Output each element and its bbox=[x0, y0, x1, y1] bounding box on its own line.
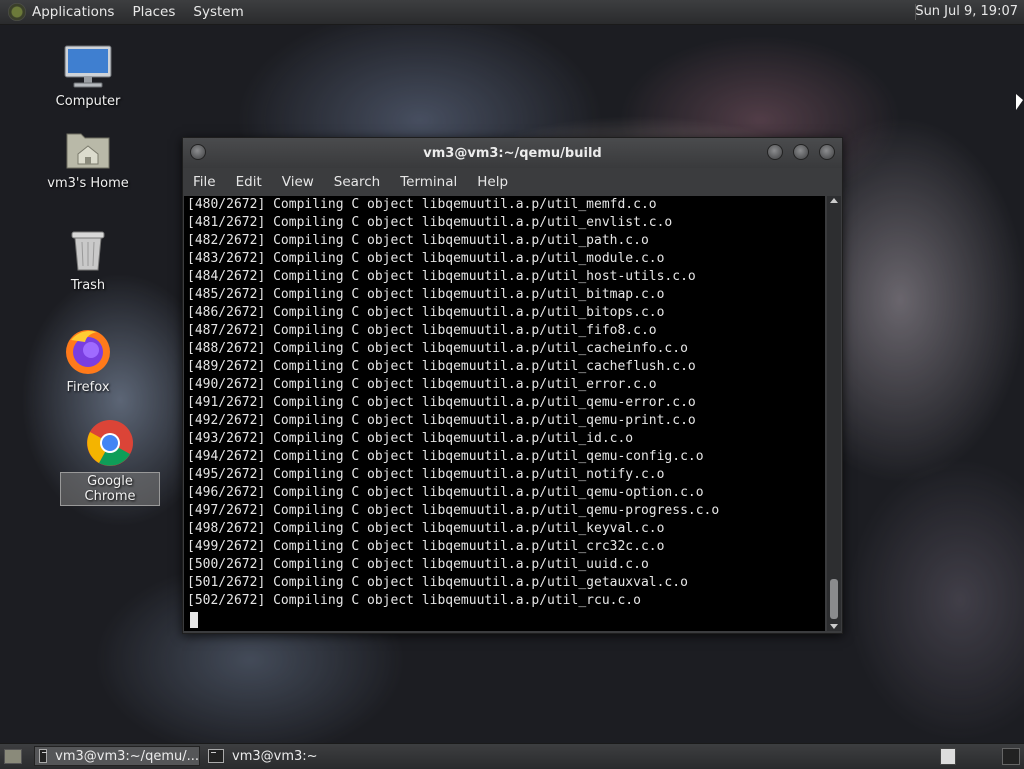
show-desktop-icon[interactable] bbox=[4, 749, 22, 764]
desktop-icon-label: Computer bbox=[55, 94, 121, 109]
terminal-output[interactable]: [480/2672] Compiling C object libqemuuti… bbox=[184, 196, 825, 631]
taskbar-item-terminal-home[interactable]: vm3@vm3:~ bbox=[204, 746, 364, 766]
taskbar-item-label: vm3@vm3:~ bbox=[232, 748, 318, 764]
menu-edit[interactable]: Edit bbox=[236, 174, 262, 190]
desktop-icon-label: vm3's Home bbox=[47, 176, 129, 191]
taskbar-item-terminal-qemu[interactable]: vm3@vm3:~/qemu/... bbox=[34, 746, 200, 766]
terminal-line: [492/2672] Compiling C object libqemuuti… bbox=[187, 413, 696, 428]
desktop-icon-label: Trash bbox=[70, 278, 106, 293]
terminal-icon bbox=[208, 749, 224, 763]
window-title: vm3@vm3:~/qemu/build bbox=[423, 145, 602, 161]
terminal-line: [489/2672] Compiling C object libqemuuti… bbox=[187, 359, 696, 374]
distro-logo-icon[interactable] bbox=[8, 3, 26, 21]
terminal-line: [500/2672] Compiling C object libqemuuti… bbox=[187, 557, 649, 572]
workspace-1-button[interactable] bbox=[940, 748, 956, 765]
menu-system[interactable]: System bbox=[193, 4, 243, 20]
terminal-line: [482/2672] Compiling C object libqemuuti… bbox=[187, 233, 649, 248]
terminal-line: [486/2672] Compiling C object libqemuuti… bbox=[187, 305, 665, 320]
terminal-prompt-line bbox=[184, 610, 825, 628]
menu-file[interactable]: File bbox=[193, 174, 216, 190]
terminal-line: [487/2672] Compiling C object libqemuuti… bbox=[187, 323, 657, 338]
terminal-window[interactable]: vm3@vm3:~/qemu/build File Edit View Sear… bbox=[182, 137, 843, 634]
firefox-icon bbox=[66, 330, 110, 374]
desktop-icon-chrome[interactable]: Google Chrome bbox=[60, 418, 160, 506]
terminal-menubar: File Edit View Search Terminal Help bbox=[183, 168, 842, 196]
home-folder-icon bbox=[66, 133, 110, 169]
terminal-line: [488/2672] Compiling C object libqemuuti… bbox=[187, 341, 688, 356]
scroll-down-arrow-icon[interactable] bbox=[830, 624, 838, 629]
clock[interactable]: Sun Jul 9, 19:07 bbox=[915, 4, 1018, 19]
terminal-line: [481/2672] Compiling C object libqemuuti… bbox=[187, 215, 673, 230]
scroll-up-arrow-icon[interactable] bbox=[830, 198, 838, 203]
close-button[interactable] bbox=[819, 144, 835, 160]
terminal-line: [497/2672] Compiling C object libqemuuti… bbox=[187, 503, 720, 518]
terminal-line: [494/2672] Compiling C object libqemuuti… bbox=[187, 449, 704, 464]
bottom-panel: vm3@vm3:~/qemu/... vm3@vm3:~ bbox=[0, 743, 1024, 769]
terminal-line: [493/2672] Compiling C object libqemuuti… bbox=[187, 431, 634, 446]
desktop-icon-firefox[interactable]: Firefox bbox=[38, 326, 138, 395]
top-panel: Applications Places System Sun Jul 9, 19… bbox=[0, 0, 1024, 25]
terminal-line: [491/2672] Compiling C object libqemuuti… bbox=[187, 395, 696, 410]
menu-terminal[interactable]: Terminal bbox=[400, 174, 457, 190]
terminal-line: [502/2672] Compiling C object libqemuuti… bbox=[187, 593, 641, 608]
menu-places[interactable]: Places bbox=[132, 4, 175, 20]
desktop-icon-label: Firefox bbox=[66, 380, 110, 395]
workspace-2-button[interactable] bbox=[1002, 748, 1020, 765]
terminal-line: [484/2672] Compiling C object libqemuuti… bbox=[187, 269, 696, 284]
chrome-icon bbox=[87, 420, 133, 466]
terminal-scrollbar[interactable] bbox=[827, 196, 841, 631]
menu-applications[interactable]: Applications bbox=[32, 4, 114, 20]
window-menu-button[interactable] bbox=[190, 144, 206, 160]
mouse-pointer-icon bbox=[1016, 94, 1023, 110]
terminal-line: [499/2672] Compiling C object libqemuuti… bbox=[187, 539, 665, 554]
terminal-titlebar[interactable]: vm3@vm3:~/qemu/build bbox=[183, 138, 842, 168]
terminal-line: [490/2672] Compiling C object libqemuuti… bbox=[187, 377, 657, 392]
terminal-line: [483/2672] Compiling C object libqemuuti… bbox=[187, 251, 665, 266]
terminal-line: [496/2672] Compiling C object libqemuuti… bbox=[187, 485, 704, 500]
desktop-icon-label: Google Chrome bbox=[60, 472, 160, 506]
desktop-icon-home[interactable]: vm3's Home bbox=[38, 126, 138, 191]
terminal-line: [498/2672] Compiling C object libqemuuti… bbox=[187, 521, 665, 536]
terminal-line: [495/2672] Compiling C object libqemuuti… bbox=[187, 467, 665, 482]
minimize-button[interactable] bbox=[767, 144, 783, 160]
text-cursor bbox=[190, 612, 198, 628]
desktop-icon-computer[interactable]: Computer bbox=[38, 44, 138, 109]
menu-search[interactable]: Search bbox=[334, 174, 380, 190]
taskbar-item-label: vm3@vm3:~/qemu/... bbox=[55, 748, 199, 764]
terminal-line: [501/2672] Compiling C object libqemuuti… bbox=[187, 575, 688, 590]
terminal-line: [485/2672] Compiling C object libqemuuti… bbox=[187, 287, 665, 302]
terminal-line: [480/2672] Compiling C object libqemuuti… bbox=[187, 197, 657, 212]
desktop-icon-trash[interactable]: Trash bbox=[38, 228, 138, 293]
maximize-button[interactable] bbox=[793, 144, 809, 160]
scrollbar-thumb[interactable] bbox=[830, 579, 838, 619]
trash-icon bbox=[71, 231, 105, 271]
terminal-icon bbox=[39, 749, 48, 763]
computer-icon bbox=[64, 45, 112, 88]
menu-help[interactable]: Help bbox=[477, 174, 508, 190]
menu-view[interactable]: View bbox=[282, 174, 314, 190]
